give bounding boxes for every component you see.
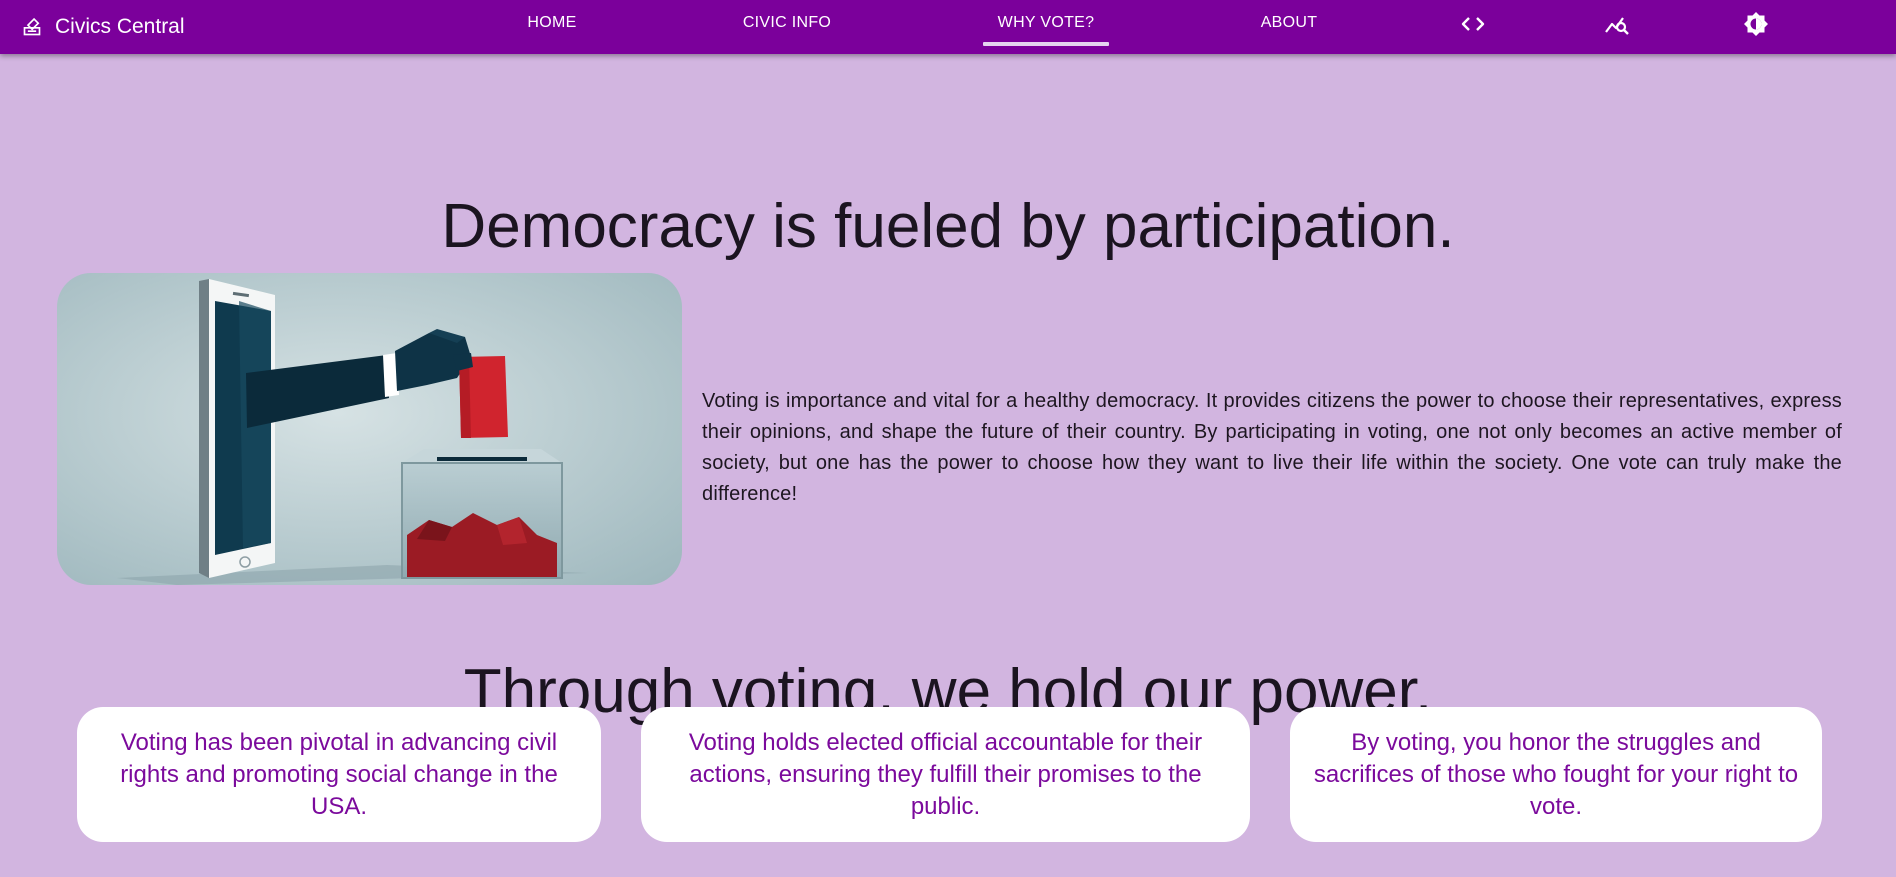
code-icon[interactable] <box>1460 11 1486 37</box>
nav-tab-home[interactable]: HOME <box>489 0 615 46</box>
nav-tab-why-vote[interactable]: WHY VOTE? <box>983 0 1109 46</box>
card-text: Voting has been pivotal in advancing civ… <box>120 728 558 820</box>
info-card: By voting, you honor the struggles and s… <box>1290 707 1822 842</box>
analytics-search-icon[interactable] <box>1604 11 1630 37</box>
nav-tab-about[interactable]: ABOUT <box>1226 0 1352 46</box>
card-text: Voting holds elected official accountabl… <box>688 728 1203 820</box>
info-card: Voting holds elected official accountabl… <box>641 707 1250 842</box>
brand[interactable]: Civics Central <box>22 10 185 44</box>
brand-name: Civics Central <box>55 15 185 38</box>
info-card: Voting has been pivotal in advancing civ… <box>77 707 601 842</box>
nav-tab-label: WHY VOTE? <box>997 14 1095 31</box>
brightness-icon[interactable] <box>1743 11 1769 37</box>
voting-illustration <box>57 273 682 585</box>
nav-tab-label: ABOUT <box>1260 14 1318 31</box>
card-text: By voting, you honor the struggles and s… <box>1313 728 1799 820</box>
ballot-box-icon <box>23 17 41 36</box>
page-heading: Democracy is fueled by participation. <box>441 191 1455 261</box>
top-app-bar: Civics Central HOME CIVIC INFO WHY VOTE?… <box>0 0 1896 54</box>
phone-hand-ballot-box-illustration <box>57 273 682 585</box>
nav-tab-label: HOME <box>527 14 577 31</box>
intro-paragraph: Voting is importance and vital for a hea… <box>702 390 1842 505</box>
nav-tab-civic-info[interactable]: CIVIC INFO <box>724 0 850 46</box>
nav-tab-label: CIVIC INFO <box>742 14 832 31</box>
